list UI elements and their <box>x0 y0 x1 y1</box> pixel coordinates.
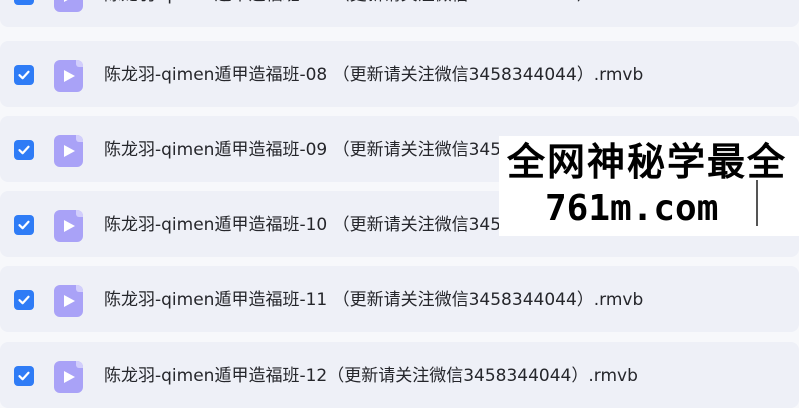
play-icon <box>64 0 68 2</box>
video-file-icon <box>54 60 83 92</box>
checkmark-icon <box>18 371 30 381</box>
watermark-url: 761m.com <box>545 188 719 229</box>
file-row[interactable]: 陈龙羽-qimen遁甲造福班-07 （更新请关注微信3458344044）.rm… <box>0 0 799 27</box>
row-checkbox[interactable] <box>14 290 34 310</box>
watermark-tagline: 全网神秘学最全 <box>507 139 788 184</box>
play-icon <box>64 70 75 82</box>
checkmark-icon <box>18 220 30 230</box>
file-name[interactable]: 陈龙羽-qimen遁甲造福班-12（更新请关注微信3458344044）.rmv… <box>104 362 638 390</box>
video-file-icon <box>54 210 83 242</box>
row-checkbox[interactable] <box>14 215 34 235</box>
checkmark-icon <box>17 0 31 2</box>
row-checkbox[interactable] <box>14 65 34 85</box>
watermark-divider <box>756 180 758 226</box>
play-icon <box>64 295 75 307</box>
row-checkbox[interactable] <box>14 366 34 386</box>
video-file-icon <box>54 361 83 393</box>
video-file-icon <box>54 285 83 317</box>
file-row[interactable]: 陈龙羽-qimen遁甲造福班-11 （更新请关注微信3458344044）.rm… <box>0 266 799 332</box>
watermark-overlay: 全网神秘学最全 761m.com <box>499 136 799 236</box>
row-checkbox[interactable] <box>14 140 34 160</box>
file-row[interactable]: 陈龙羽-qimen遁甲造福班-12（更新请关注微信3458344044）.rmv… <box>0 342 799 408</box>
file-name[interactable]: 陈龙羽-qimen遁甲造福班-07 （更新请关注微信3458344044）.rm… <box>104 0 643 9</box>
file-name[interactable]: 陈龙羽-qimen遁甲造福班-11 （更新请关注微信3458344044）.rm… <box>104 286 643 314</box>
file-name[interactable]: 陈龙羽-qimen遁甲造福班-08 （更新请关注微信3458344044）.rm… <box>104 61 643 89</box>
checkmark-icon <box>18 295 30 305</box>
video-file-icon <box>54 135 83 167</box>
file-row[interactable]: 陈龙羽-qimen遁甲造福班-08 （更新请关注微信3458344044）.rm… <box>0 41 799 107</box>
row-checkbox[interactable] <box>14 0 34 5</box>
video-file-icon <box>54 0 83 12</box>
play-icon <box>64 371 75 383</box>
play-icon <box>64 145 75 157</box>
play-icon <box>64 220 75 232</box>
checkmark-icon <box>18 70 30 80</box>
checkmark-icon <box>18 145 30 155</box>
